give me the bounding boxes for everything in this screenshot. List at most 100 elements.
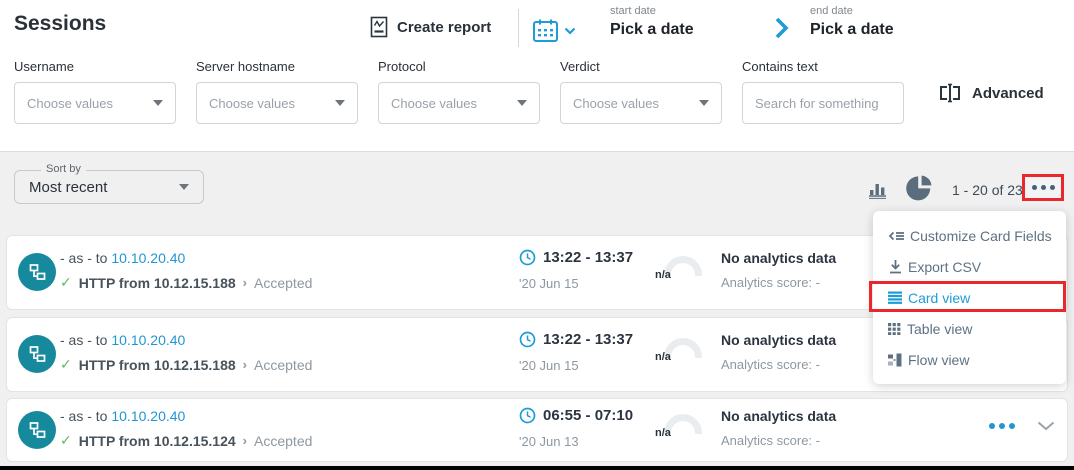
session-time: 06:55 - 07:10 [519,407,633,424]
session-target-ip-link[interactable]: 10.10.20.40 [111,332,185,348]
analytics-score: Analytics score: - [721,275,820,290]
session-protocol: HTTP from 10.12.15.188 [79,357,236,373]
chevron-right-icon: › [243,275,247,290]
pagination-status: 1 - 20 of 239 [952,182,1031,198]
date-picker-button[interactable] [532,18,576,43]
menu-item-flow-view[interactable]: Flow view [873,344,1066,375]
username-select[interactable]: Choose values [14,82,176,124]
verdict-check-icon: ✓ [60,432,72,449]
verdict-select-placeholder: Choose values [573,96,659,111]
filter-username: Username Choose values [14,59,176,124]
pie-chart-view-icon[interactable] [905,174,933,207]
session-time-range: 13:22 - 13:37 [543,249,633,266]
chevron-down-icon [153,100,163,106]
verdict-check-icon: ✓ [60,356,72,373]
end-date-group: end date Pick a date [810,5,894,39]
verdict-select[interactable]: Choose values [560,82,722,124]
window-edge [0,466,1074,470]
session-time-range: 06:55 - 07:10 [543,407,633,424]
session-target-ip-link[interactable]: 10.10.20.40 [111,408,185,424]
filter-contains-text: Contains text [742,59,904,124]
filter-protocol: Protocol Choose values [378,59,540,124]
start-date-value[interactable]: Pick a date [610,21,694,39]
card-view-icon [888,291,903,304]
analytics-gauge: n/a [655,335,703,362]
create-report-button[interactable]: Create report [370,16,491,38]
session-target-ip-link[interactable]: 10.10.20.40 [111,250,185,266]
session-subtitle: ✓ HTTP from 10.12.15.188 › Accepted [60,274,312,291]
menu-item-export-csv[interactable]: Export CSV [873,251,1066,282]
flow-view-icon [888,353,903,367]
session-title: - as - to 10.10.20.40 [60,408,185,424]
calendar-icon [532,18,559,43]
more-options-menu: Customize Card Fields Export CSV Card vi… [873,211,1066,384]
clock-icon [519,249,536,266]
end-date-label: end date [810,5,894,17]
session-row-actions [989,421,1055,431]
create-report-label: Create report [397,19,491,36]
menu-item-label: Flow view [908,352,969,368]
session-network-icon[interactable] [18,411,56,449]
server-hostname-select[interactable]: Choose values [196,82,358,124]
download-icon [888,259,903,274]
advanced-field-cursor-icon [938,83,962,103]
analytics-score: Analytics score: - [721,433,820,448]
session-user: - as - to [60,250,107,266]
menu-item-label: Customize Card Fields [910,228,1052,244]
chevron-right-icon: › [243,433,247,448]
sort-by-select[interactable]: Sort by Most recent [14,170,204,204]
session-verdict: Accepted [254,357,312,373]
server-hostname-select-placeholder: Choose values [209,96,295,111]
advanced-search-button[interactable]: Advanced [938,83,1044,103]
contains-text-field-wrap [742,82,904,124]
filter-verdict-label: Verdict [560,59,722,74]
protocol-select[interactable]: Choose values [378,82,540,124]
protocol-select-placeholder: Choose values [391,96,477,111]
more-options-button[interactable] [1022,174,1064,201]
chevron-right-icon: › [243,357,247,372]
analytics-gauge: n/a [655,253,703,280]
session-title: - as - to 10.10.20.40 [60,250,185,266]
date-range-arrow-icon [774,16,790,45]
report-document-icon [370,16,389,38]
score-badge: n/a [655,269,671,281]
menu-item-card-view[interactable]: Card view [873,282,1066,313]
filter-verdict: Verdict Choose values [560,59,722,124]
analytics-gauge: n/a [655,411,703,438]
filter-server-hostname-label: Server hostname [196,59,358,74]
score-badge: n/a [655,427,671,439]
advanced-label: Advanced [972,85,1044,102]
row-more-options-icon[interactable] [989,423,1015,429]
session-time: 13:22 - 13:37 [519,249,633,266]
menu-item-customize-card-fields[interactable]: Customize Card Fields [873,220,1066,251]
chevron-down-icon [179,184,189,190]
session-card[interactable]: - as - to 10.10.20.40 ✓ HTTP from 10.12.… [6,398,1068,462]
session-date: '20 Jun 15 [519,276,579,291]
menu-item-label: Card view [908,290,970,306]
session-title: - as - to 10.10.20.40 [60,332,185,348]
row-expand-chevron-icon[interactable] [1037,421,1055,431]
session-protocol: HTTP from 10.12.15.188 [79,275,236,291]
end-date-value[interactable]: Pick a date [810,21,894,39]
session-time: 13:22 - 13:37 [519,331,633,348]
menu-item-label: Export CSV [908,259,981,275]
menu-item-label: Table view [907,321,972,337]
menu-item-table-view[interactable]: Table view [873,313,1066,344]
header-divider [518,9,519,47]
session-date: '20 Jun 13 [519,434,579,449]
analytics-title: No analytics data [721,250,836,266]
session-time-range: 13:22 - 13:37 [543,331,633,348]
session-subtitle: ✓ HTTP from 10.12.15.188 › Accepted [60,356,312,373]
filter-server-hostname: Server hostname Choose values [196,59,358,124]
session-protocol: HTTP from 10.12.15.124 [79,433,236,449]
ellipsis-icon [1032,185,1037,190]
session-verdict: Accepted [254,433,312,449]
bar-chart-view-icon[interactable] [868,181,890,204]
contains-text-input[interactable] [755,96,891,111]
page-title: Sessions [14,12,106,36]
session-network-icon[interactable] [18,335,56,373]
filter-contains-text-label: Contains text [742,59,904,74]
session-verdict: Accepted [254,275,312,291]
session-user: - as - to [60,332,107,348]
session-network-icon[interactable] [18,253,56,291]
